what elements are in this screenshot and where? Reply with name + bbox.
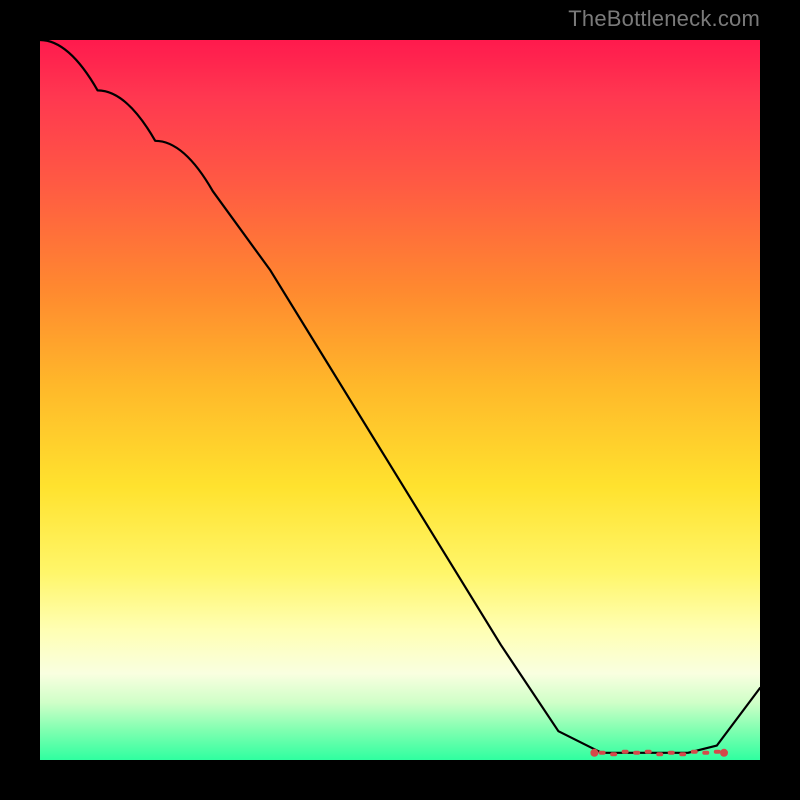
line-chart-svg	[40, 40, 760, 760]
plot-area	[40, 40, 760, 760]
valley-dot-cluster	[590, 749, 728, 757]
watermark-text: TheBottleneck.com	[568, 6, 760, 32]
chart-frame: TheBottleneck.com	[0, 0, 800, 800]
bottleneck-curve	[40, 40, 760, 753]
